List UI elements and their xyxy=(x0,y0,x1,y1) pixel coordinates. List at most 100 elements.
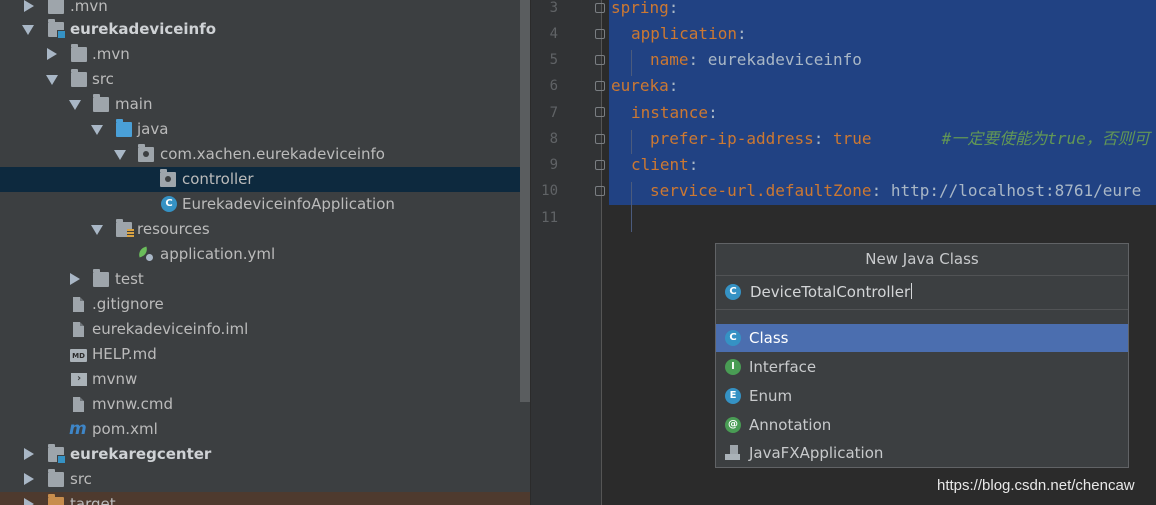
fold-marker-icon[interactable] xyxy=(595,81,605,91)
tree-item-label: src xyxy=(92,70,114,88)
fold-marker-icon[interactable] xyxy=(595,29,605,39)
tree-item-iml[interactable]: eurekadeviceinfo.iml xyxy=(0,317,530,342)
tree-item-mvnw[interactable]: › mvnw xyxy=(0,367,530,392)
tree-item-label: main xyxy=(115,95,153,113)
package-icon xyxy=(160,169,176,187)
yaml-value: true xyxy=(833,129,872,148)
fold-marker-icon[interactable] xyxy=(595,3,605,13)
line-number: 7 xyxy=(549,105,558,121)
fold-marker-icon[interactable] xyxy=(595,55,605,65)
tree-item-label: EurekadeviceinfoApplication xyxy=(182,195,395,213)
option-label: Class xyxy=(749,329,789,347)
code-line[interactable]: instance: xyxy=(631,100,718,126)
tree-item-main[interactable]: main xyxy=(0,92,530,117)
dialog-separator xyxy=(716,310,1128,325)
interface-icon: I xyxy=(725,359,741,375)
fold-marker-icon[interactable] xyxy=(595,160,605,170)
folder-icon xyxy=(48,0,64,14)
chevron-down-icon[interactable] xyxy=(69,100,81,110)
chevron-down-icon[interactable] xyxy=(91,225,103,235)
tree-item-pom-xml[interactable]: m pom.xml xyxy=(0,417,530,442)
tree-item-label: HELP.md xyxy=(92,345,157,363)
code-line[interactable]: prefer-ip-address: true #一定要使能为true，否则可 xyxy=(650,126,1150,152)
line-number: 3 xyxy=(549,0,558,16)
tree-item-eurekaregcenter[interactable]: eurekaregcenter xyxy=(0,442,530,467)
tree-item-resources[interactable]: resources xyxy=(0,217,530,242)
tree-item-test[interactable]: test xyxy=(0,267,530,292)
tree-item-eurekadeviceinfo[interactable]: eurekadeviceinfo xyxy=(0,17,530,42)
yaml-separator: : xyxy=(708,103,718,122)
code-line[interactable]: name: eurekadeviceinfo xyxy=(650,47,862,73)
tree-item-application-yml[interactable]: application.yml xyxy=(0,242,530,267)
fold-marker-icon[interactable] xyxy=(595,186,605,196)
tree-item-label: eurekaregcenter xyxy=(70,445,212,463)
yaml-key: spring xyxy=(611,0,669,17)
kind-option-interface[interactable]: I Interface xyxy=(716,353,1128,381)
tree-item-controller[interactable]: controller xyxy=(0,167,530,192)
tree-item-mvn[interactable]: .mvn xyxy=(0,42,530,67)
module-folder-icon xyxy=(48,444,66,464)
tree-item-mvnw-cmd[interactable]: mvnw.cmd xyxy=(0,392,530,417)
text-caret xyxy=(911,283,913,299)
tree-item-gitignore[interactable]: .gitignore xyxy=(0,292,530,317)
chevron-down-icon[interactable] xyxy=(46,75,58,85)
new-java-class-dialog[interactable]: New Java Class C DeviceTotalController C… xyxy=(715,243,1129,468)
chevron-down-icon[interactable] xyxy=(114,150,126,160)
chevron-right-icon[interactable] xyxy=(70,273,80,285)
yaml-key: application xyxy=(631,24,737,43)
yaml-separator: : xyxy=(813,129,834,148)
tree-item-package[interactable]: com.xachen.eurekadeviceinfo xyxy=(0,142,530,167)
line-number: 6 xyxy=(549,78,558,94)
kind-option-class[interactable]: C Class xyxy=(716,324,1128,352)
kind-option-javafx[interactable]: JavaFXApplication xyxy=(716,439,1128,467)
option-label: JavaFXApplication xyxy=(749,444,884,462)
tree-item-target[interactable]: target xyxy=(0,492,530,505)
tree-scrollbar[interactable] xyxy=(520,0,530,402)
project-tree[interactable]: .mvn eurekadeviceinfo .mvn src main java… xyxy=(0,0,530,505)
tree-item-java[interactable]: java xyxy=(0,117,530,142)
code-line[interactable]: application: xyxy=(631,21,747,47)
tree-item-src[interactable]: src xyxy=(0,67,530,92)
yaml-key: name xyxy=(650,50,689,69)
code-line[interactable]: spring: xyxy=(611,0,678,21)
chevron-down-icon[interactable] xyxy=(91,125,103,135)
folder-icon xyxy=(93,94,109,112)
line-number: 11 xyxy=(541,210,558,226)
markdown-icon: MD xyxy=(70,349,87,362)
kind-option-annotation[interactable]: @ Annotation xyxy=(716,411,1128,439)
option-label: Annotation xyxy=(749,416,832,434)
tree-item-label: controller xyxy=(182,170,254,188)
tree-item-src-2[interactable]: src xyxy=(0,467,530,492)
tree-item-label: .mvn xyxy=(70,0,108,15)
kind-option-enum[interactable]: E Enum xyxy=(716,382,1128,410)
yaml-separator: : xyxy=(668,0,679,17)
code-line[interactable]: service-url.defaultZone: http://localhos… xyxy=(650,178,1141,204)
tree-item-label: java xyxy=(137,120,169,138)
yaml-value: http://localhost:8761/eure xyxy=(890,181,1142,200)
folder-icon xyxy=(93,269,109,287)
fold-marker-icon[interactable] xyxy=(595,134,605,144)
tree-item-label: pom.xml xyxy=(92,420,158,438)
source-folder-icon xyxy=(116,119,132,137)
tree-item-application-class[interactable]: C EurekadeviceinfoApplication xyxy=(0,192,530,217)
yaml-separator: : xyxy=(871,181,891,200)
chevron-right-icon[interactable] xyxy=(24,448,34,460)
maven-icon: m xyxy=(69,419,87,439)
code-line[interactable]: eureka: xyxy=(611,73,678,99)
line-number: 10 xyxy=(541,183,558,199)
chevron-down-icon[interactable] xyxy=(22,25,34,35)
fold-marker-icon[interactable] xyxy=(595,107,605,117)
chevron-right-icon[interactable] xyxy=(47,48,57,60)
chevron-right-icon[interactable] xyxy=(24,0,34,12)
yaml-separator: : xyxy=(668,76,679,95)
folder-icon xyxy=(71,44,87,62)
code-line[interactable]: client: xyxy=(631,152,698,178)
chevron-right-icon[interactable] xyxy=(24,498,34,505)
tree-item-help-md[interactable]: MD HELP.md xyxy=(0,342,530,367)
tree-item-label: target xyxy=(70,495,116,505)
gutter-divider xyxy=(601,0,602,505)
class-name-value[interactable]: DeviceTotalController xyxy=(750,283,913,302)
folder-icon xyxy=(48,494,64,505)
class-name-input[interactable]: C DeviceTotalController xyxy=(716,276,1128,310)
chevron-right-icon[interactable] xyxy=(24,473,34,485)
